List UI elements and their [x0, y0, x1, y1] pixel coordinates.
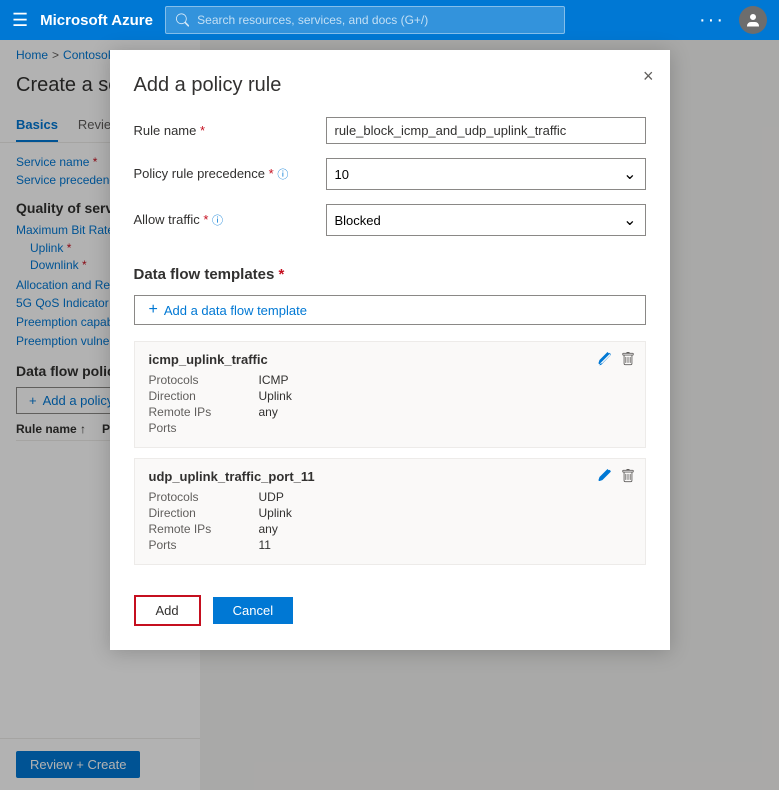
template-1-actions: [597, 352, 635, 369]
more-options-icon[interactable]: ···: [699, 9, 725, 32]
template-1-edit-button[interactable]: [597, 352, 611, 369]
template-1-protocols: Protocols ICMP: [149, 373, 631, 387]
template-2-actions: [597, 469, 635, 486]
main-layout: Home > ContosoPMN > Create a service Bas…: [0, 40, 779, 790]
policy-precedence-select[interactable]: 10 ⌄: [326, 158, 646, 190]
data-flow-section-title: Data flow templates *: [134, 266, 646, 283]
modal-footer: Add Cancel: [134, 575, 646, 626]
policy-precedence-row: Policy rule precedence * ⓘ 10 ⌄: [134, 158, 646, 190]
plus-icon-template: +: [149, 301, 158, 319]
rule-name-input[interactable]: [326, 117, 646, 144]
chevron-down-icon: ⌄: [623, 164, 636, 184]
template-1-delete-button[interactable]: [621, 352, 635, 369]
template-1-direction: Direction Uplink: [149, 389, 631, 403]
add-template-button[interactable]: + Add a data flow template: [134, 295, 646, 325]
template-2-direction: Direction Uplink: [149, 506, 631, 520]
search-icon: [176, 13, 189, 27]
search-input[interactable]: [197, 13, 554, 27]
avatar[interactable]: [739, 6, 767, 34]
template-card-2: udp_uplink_traffic_port_11 Protocols UDP…: [134, 458, 646, 565]
allow-traffic-select[interactable]: Blocked ⌄: [326, 204, 646, 236]
chevron-down-icon-2: ⌄: [623, 210, 636, 230]
modal-title: Add a policy rule: [134, 74, 646, 97]
template-2-delete-button[interactable]: [621, 469, 635, 486]
rule-name-label: Rule name *: [134, 123, 314, 138]
topbar: ☰ Microsoft Azure ···: [0, 0, 779, 40]
policy-rule-modal: Add a policy rule × Rule name * Policy r…: [110, 50, 670, 650]
template-1-ports: Ports: [149, 421, 631, 435]
rule-name-row: Rule name *: [134, 117, 646, 144]
template-2-name: udp_uplink_traffic_port_11: [149, 469, 631, 484]
allow-traffic-label: Allow traffic * ⓘ: [134, 212, 314, 228]
cancel-button[interactable]: Cancel: [213, 597, 293, 624]
policy-precedence-label: Policy rule precedence * ⓘ: [134, 166, 314, 182]
search-bar[interactable]: [165, 6, 565, 34]
add-button[interactable]: Add: [134, 595, 201, 626]
template-2-remote-ips: Remote IPs any: [149, 522, 631, 536]
topbar-actions: ···: [699, 6, 767, 34]
hamburger-icon[interactable]: ☰: [12, 10, 28, 31]
policy-precedence-info-icon: ⓘ: [277, 169, 288, 181]
allow-traffic-info-icon: ⓘ: [212, 215, 223, 227]
template-1-name: icmp_uplink_traffic: [149, 352, 631, 367]
allow-traffic-row: Allow traffic * ⓘ Blocked ⌄: [134, 204, 646, 236]
modal-close-button[interactable]: ×: [643, 66, 654, 87]
app-title: Microsoft Azure: [40, 12, 153, 29]
template-2-protocols: Protocols UDP: [149, 490, 631, 504]
add-template-label: Add a data flow template: [164, 303, 307, 318]
template-2-ports: Ports 11: [149, 538, 631, 552]
template-card-1: icmp_uplink_traffic Protocols ICMP Direc…: [134, 341, 646, 448]
template-2-edit-button[interactable]: [597, 469, 611, 486]
template-1-remote-ips: Remote IPs any: [149, 405, 631, 419]
modal-overlay: Add a policy rule × Rule name * Policy r…: [0, 40, 779, 790]
